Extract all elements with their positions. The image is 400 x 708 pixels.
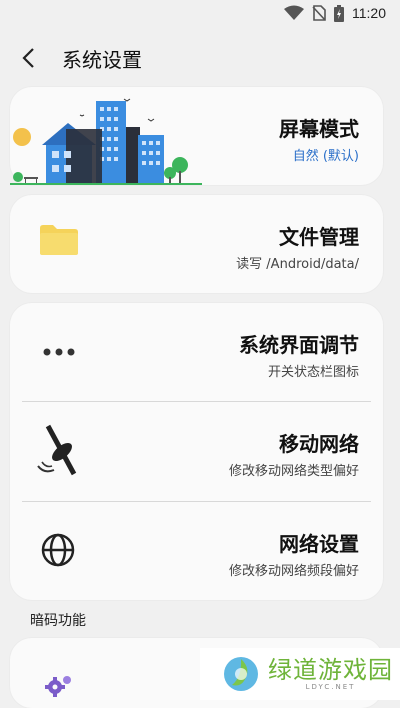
app-header: 系统设置 [0, 36, 400, 80]
network-settings-title: 网络设置 [279, 532, 359, 556]
system-ui-title: 系统界面调节 [239, 333, 359, 357]
mobile-network-row[interactable]: 移动网络 修改移动网络类型偏好 [10, 402, 383, 500]
page-title: 系统设置 [62, 47, 142, 72]
network-settings-row[interactable]: 网络设置 修改移动网络频段偏好 [10, 502, 383, 600]
network-settings-subtitle: 修改移动网络频段偏好 [228, 564, 359, 579]
watermark-name: 绿道游戏园 [268, 656, 393, 684]
screen-mode-title: 屏幕模式 [279, 117, 359, 141]
back-button[interactable] [0, 36, 56, 80]
secret-code-section-label: 暗码功能 [30, 613, 86, 629]
screen-mode-subtitle: 自然 (默认) [292, 149, 359, 164]
status-time: 11:20 [352, 5, 386, 21]
back-arrow-icon [22, 48, 34, 68]
file-manage-card[interactable]: 文件管理 读写 /Android/data/ [10, 195, 383, 293]
file-manage-title: 文件管理 [279, 225, 359, 249]
status-bar: 11:20 [0, 0, 400, 26]
watermark-site: LDYC.NET [305, 683, 356, 691]
folder-icon [40, 225, 78, 255]
watermark-logo-icon [224, 657, 258, 691]
city-illustration-icon [10, 98, 202, 185]
file-manage-subtitle: 读写 /Android/data/ [236, 257, 359, 272]
mobile-network-title: 移动网络 [279, 432, 359, 456]
gear-icon [45, 676, 71, 697]
mobile-network-subtitle: 修改移动网络类型偏好 [228, 464, 359, 479]
battery-icon [334, 4, 344, 22]
no-sim-icon [312, 5, 326, 21]
satellite-icon [37, 424, 77, 476]
watermark: 绿道游戏园 LDYC.NET [200, 648, 400, 700]
system-ui-row[interactable]: 系统界面调节 开关状态栏图标 [10, 303, 383, 401]
system-group-card: 系统界面调节 开关状态栏图标 移动网络 修改移动网络类型偏好 网络设置 修改移动… [10, 303, 383, 600]
system-ui-subtitle: 开关状态栏图标 [267, 365, 359, 380]
more-dots-icon [43, 348, 75, 356]
wifi-icon [284, 5, 304, 20]
screen-mode-card[interactable]: 屏幕模式 自然 (默认) [10, 87, 383, 185]
globe-icon [41, 533, 75, 567]
